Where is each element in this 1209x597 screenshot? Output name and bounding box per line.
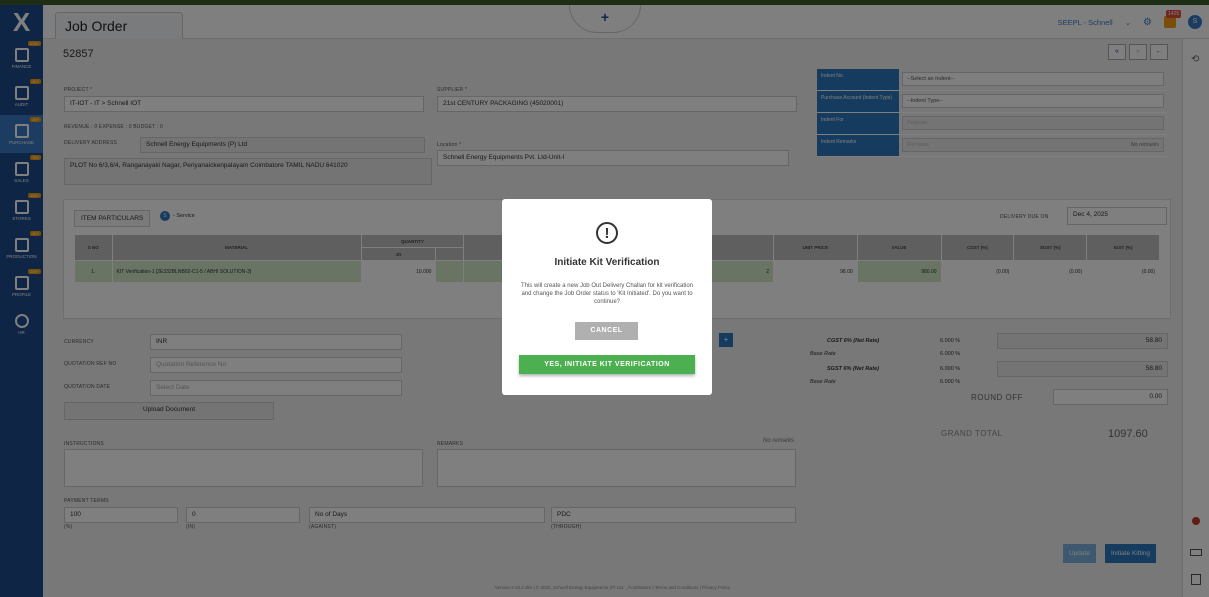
- dialog-message: This will create a new Job Out Delivery …: [520, 283, 694, 305]
- cancel-button[interactable]: CANCEL: [575, 322, 638, 340]
- alert-icon: !: [596, 222, 618, 244]
- dialog-title: Initiate Kit Verification: [554, 257, 660, 268]
- confirm-dialog: ! Initiate Kit Verification This will cr…: [502, 199, 712, 395]
- confirm-kit-verification-button[interactable]: YES, INITIATE KIT VERIFICATION: [519, 355, 695, 374]
